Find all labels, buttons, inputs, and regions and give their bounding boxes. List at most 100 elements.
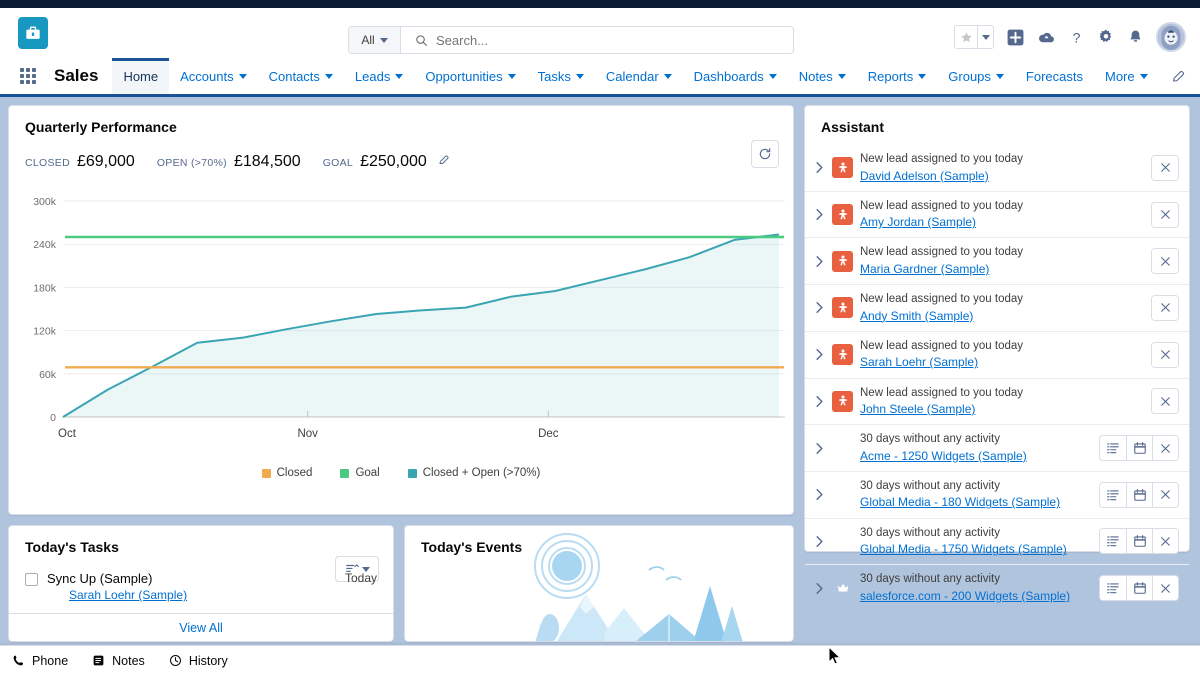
assistant-item[interactable]: New lead assigned to you today Amy Jordan… xyxy=(805,190,1189,238)
assistant-item-link[interactable]: Amy Jordan (Sample) xyxy=(860,214,1144,230)
nav-item-home[interactable]: Home xyxy=(112,58,170,94)
nav-item-more[interactable]: More xyxy=(1094,58,1159,94)
assistant-item-message: 30 days without any activity xyxy=(860,526,1000,539)
assistant-item[interactable]: New lead assigned to you today John Steel… xyxy=(805,377,1189,425)
close-icon[interactable] xyxy=(1152,389,1178,414)
assistant-item[interactable]: 30 days without any activity Global Media… xyxy=(805,517,1189,565)
user-avatar[interactable] xyxy=(1156,22,1186,52)
global-actions-icon[interactable] xyxy=(1006,28,1025,47)
favorites-group[interactable] xyxy=(954,25,994,49)
chevron-right-icon[interactable] xyxy=(813,489,825,501)
chevron-right-icon[interactable] xyxy=(813,162,825,174)
nav-item-notes[interactable]: Notes xyxy=(788,58,857,94)
nav-item-tasks[interactable]: Tasks xyxy=(527,58,595,94)
favorites-star-icon[interactable] xyxy=(955,26,977,48)
chevron-right-icon[interactable] xyxy=(813,349,825,361)
assistant-item-link[interactable]: Maria Gardner (Sample) xyxy=(860,261,1144,277)
chevron-right-icon[interactable] xyxy=(813,442,825,454)
nav-item-label: Calendar xyxy=(605,68,659,84)
search-input[interactable] xyxy=(436,32,793,48)
nav-item-groups[interactable]: Groups xyxy=(937,58,1015,94)
assistant-item-link[interactable]: John Steele (Sample) xyxy=(860,401,1144,417)
assistant-item[interactable]: 30 days without any activity Acme - 1250 … xyxy=(805,424,1189,471)
log-a-call-icon[interactable] xyxy=(1100,576,1126,601)
nav-item-contacts[interactable]: Contacts xyxy=(258,58,344,94)
global-search[interactable]: All xyxy=(348,26,794,54)
legend-label: Goal xyxy=(355,467,380,479)
nav-item-label: Accounts xyxy=(180,68,234,84)
chevron-right-icon[interactable] xyxy=(813,582,825,594)
assistant-item-link[interactable]: Global Media - 180 Widgets (Sample) xyxy=(860,494,1092,510)
assistant-item-link[interactable]: salesforce.com - 200 Widgets (Sample) xyxy=(860,588,1092,604)
refresh-icon[interactable] xyxy=(751,140,779,168)
assistant-item-link[interactable]: Sarah Loehr (Sample) xyxy=(860,354,1144,370)
tasks-view-all-link[interactable]: View All xyxy=(9,613,393,641)
nav-item-accounts[interactable]: Accounts xyxy=(169,58,257,94)
close-icon[interactable] xyxy=(1152,202,1178,227)
new-event-icon[interactable] xyxy=(1126,482,1152,507)
favorites-dropdown-icon[interactable] xyxy=(977,26,993,48)
task-related-link[interactable]: Sarah Loehr (Sample) xyxy=(69,588,377,602)
assistant-item[interactable]: New lead assigned to you today Sarah Loeh… xyxy=(805,330,1189,378)
legend-item[interactable]: Closed xyxy=(261,467,312,479)
task-item[interactable]: Sync Up (Sample) Sarah Loehr (Sample) Toda… xyxy=(9,565,393,602)
app-launcher-icon[interactable] xyxy=(14,58,42,94)
log-a-call-icon[interactable] xyxy=(1100,482,1126,507)
app-logo-icon[interactable] xyxy=(18,17,48,49)
utility-item-phone[interactable]: Phone xyxy=(12,654,68,668)
assistant-item-link[interactable]: David Adelson (Sample) xyxy=(860,168,1144,184)
new-event-icon[interactable] xyxy=(1126,576,1152,601)
legend-item[interactable]: Closed + Open (>70%) xyxy=(407,467,541,479)
close-icon[interactable] xyxy=(1152,436,1178,461)
close-icon[interactable] xyxy=(1152,529,1178,554)
legend-label: Closed + Open (>70%) xyxy=(422,467,541,479)
close-icon[interactable] xyxy=(1152,482,1178,507)
chevron-right-icon[interactable] xyxy=(813,302,825,314)
assistant-item-link[interactable]: Acme - 1250 Widgets (Sample) xyxy=(860,448,1092,464)
close-icon[interactable] xyxy=(1152,342,1178,367)
close-icon[interactable] xyxy=(1152,249,1178,274)
chevron-down-icon xyxy=(995,73,1004,79)
setup-gear-icon[interactable] xyxy=(1097,28,1115,46)
task-checkbox[interactable] xyxy=(25,573,38,586)
opportunity-badge-icon xyxy=(832,484,853,505)
utility-item-history[interactable]: History xyxy=(169,654,228,668)
assistant-item-link[interactable]: Global Media - 1750 Widgets (Sample) xyxy=(860,541,1092,557)
legend-item[interactable]: Goal xyxy=(340,467,380,479)
mobile-cloud-icon[interactable] xyxy=(1037,28,1056,47)
nav-item-label: Groups xyxy=(948,68,991,84)
nav-item-leads[interactable]: Leads xyxy=(344,58,414,94)
nav-item-dashboards[interactable]: Dashboards xyxy=(683,58,788,94)
edit-goal-pencil-icon[interactable] xyxy=(438,154,450,169)
nav-item-forecasts[interactable]: Forecasts xyxy=(1015,58,1094,94)
close-icon[interactable] xyxy=(1152,576,1178,601)
nav-item-calendar[interactable]: Calendar xyxy=(595,58,683,94)
help-icon[interactable]: ? xyxy=(1068,28,1085,47)
assistant-item-message: New lead assigned to you today xyxy=(860,293,1024,306)
assistant-item[interactable]: New lead assigned to you today Maria Gard… xyxy=(805,237,1189,284)
performance-kpis: CLOSED £69,000 OPEN (>70%) £184,500 GOAL £250… xyxy=(9,145,793,175)
edit-navigation-pencil-icon[interactable] xyxy=(1171,69,1186,87)
notifications-bell-icon[interactable] xyxy=(1127,28,1144,46)
close-icon[interactable] xyxy=(1152,155,1178,180)
assistant-item-link[interactable]: Andy Smith (Sample) xyxy=(860,308,1144,324)
nav-item-reports[interactable]: Reports xyxy=(857,58,938,94)
close-icon[interactable] xyxy=(1152,295,1178,320)
chevron-right-icon[interactable] xyxy=(813,395,825,407)
utility-item-notes[interactable]: Notes xyxy=(92,654,145,668)
assistant-item[interactable]: New lead assigned to you today Andy Smith… xyxy=(805,284,1189,331)
log-a-call-icon[interactable] xyxy=(1100,436,1126,461)
nav-item-label: Opportunities xyxy=(425,68,503,84)
assistant-item-text: New lead assigned to you today Maria Gard… xyxy=(860,245,1144,277)
chevron-right-icon[interactable] xyxy=(813,209,825,220)
assistant-item[interactable]: 30 days without any activity Global Media… xyxy=(805,470,1189,518)
new-event-icon[interactable] xyxy=(1126,436,1152,461)
assistant-item[interactable]: 30 days without any activity salesforce.c… xyxy=(805,564,1189,611)
nav-item-opportunities[interactable]: Opportunities xyxy=(414,58,526,94)
chevron-right-icon[interactable] xyxy=(813,255,825,267)
chevron-right-icon[interactable] xyxy=(813,536,825,547)
search-scope-dropdown[interactable]: All xyxy=(349,27,401,53)
assistant-item[interactable]: New lead assigned to you today David Adel… xyxy=(805,145,1189,191)
new-event-icon[interactable] xyxy=(1126,529,1152,554)
log-a-call-icon[interactable] xyxy=(1100,529,1126,554)
